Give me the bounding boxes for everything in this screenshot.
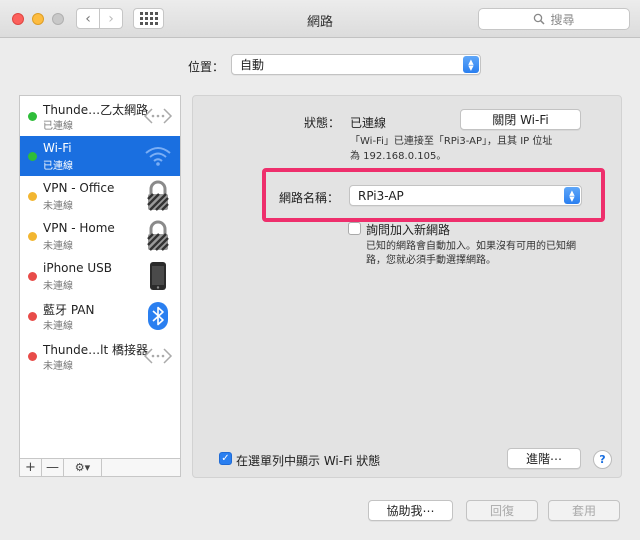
status-dot: [28, 152, 37, 161]
service-status: 未連線: [43, 241, 73, 252]
add-service-button[interactable]: +: [20, 459, 42, 476]
service-item-thunderbolt-ethernet[interactable]: Thunde…乙太網路 已連線: [20, 96, 180, 136]
service-item-vpn-office[interactable]: VPN - Office 未連線: [20, 176, 180, 216]
status-label: 狀態：: [304, 116, 341, 130]
status-note-line1: 「Wi-Fi」已連接至「RPi3-AP」，且其 IP 位址: [350, 136, 553, 147]
status-note-line2: 為 192.168.0.105。: [350, 151, 447, 162]
help-button[interactable]: ?: [593, 450, 612, 469]
service-status: 未連線: [43, 201, 73, 212]
stepper-arrows-icon: ▲ ▼: [463, 56, 479, 73]
service-item-bluetooth-pan[interactable]: 藍牙 PAN 未連線: [20, 296, 180, 336]
stepper-arrows-icon: ▲ ▼: [564, 187, 580, 204]
location-value: 自動: [240, 58, 265, 72]
service-name: Thunde…乙太網路: [43, 103, 149, 117]
location-label: 位置：: [188, 60, 225, 74]
ask-join-label: 詢問加入新網路: [366, 223, 451, 237]
service-status: 已連線: [43, 121, 73, 132]
search-icon: [534, 13, 546, 25]
iphone-icon: [142, 260, 174, 292]
network-name-select[interactable]: RPi3-AP ▲ ▼: [349, 185, 582, 206]
remove-service-button[interactable]: —: [42, 459, 64, 476]
bluetooth-icon: [142, 300, 174, 332]
status-value: 已連線: [350, 116, 387, 130]
service-item-wifi[interactable]: Wi-Fi 已連線: [20, 136, 180, 176]
show-wifi-menu-checkbox[interactable]: ✓: [219, 452, 232, 465]
status-dot: [28, 112, 37, 121]
revert-button[interactable]: 回復: [466, 500, 538, 521]
assist-me-button[interactable]: 協助我⋯: [368, 500, 453, 521]
lock-icon: [142, 180, 174, 212]
service-name: Wi-Fi: [43, 141, 72, 155]
status-dot: [28, 192, 37, 201]
ask-join-note-line2: 路，您就必須手動選擇網路。: [366, 255, 496, 266]
service-status: 未連線: [43, 321, 73, 332]
service-name: VPN - Home: [43, 221, 115, 235]
service-name: 藍牙 PAN: [43, 303, 95, 317]
ask-join-note-line1: 已知的網路會自動加入。如果沒有可用的已知網: [366, 241, 576, 252]
service-name: VPN - Office: [43, 181, 115, 195]
service-list[interactable]: Thunde…乙太網路 已連線 Wi-Fi 已連線 VPN - Office 未…: [19, 95, 181, 459]
service-item-thunderbolt-bridge[interactable]: Thunde…lt 橋接器 未連線: [20, 336, 180, 376]
wifi-icon: [142, 140, 174, 172]
ask-join-checkbox[interactable]: [348, 222, 361, 235]
ethernet-arrows-icon: [142, 340, 174, 372]
status-dot: [28, 352, 37, 361]
service-name: iPhone USB: [43, 261, 112, 275]
checkmark-icon: ✓: [221, 453, 230, 464]
gear-menu-button[interactable]: ⚙▾: [64, 459, 102, 476]
status-dot: [28, 232, 37, 241]
service-status: 未連線: [43, 281, 73, 292]
turn-off-wifi-button[interactable]: 關閉 Wi-Fi: [460, 109, 581, 130]
service-status: 已連線: [43, 161, 73, 172]
search-placeholder: 搜尋: [550, 12, 575, 27]
show-wifi-menu-label: 在選單列中顯示 Wi-Fi 狀態: [236, 454, 381, 468]
advanced-button[interactable]: 進階⋯: [507, 448, 581, 469]
sidebar-toolbar-spacer: [125, 458, 181, 477]
ethernet-arrows-icon: [142, 100, 174, 132]
search-field[interactable]: 搜尋: [478, 8, 630, 30]
lock-icon: [142, 220, 174, 252]
status-dot: [28, 312, 37, 321]
service-item-iphone-usb[interactable]: iPhone USB 未連線: [20, 256, 180, 296]
title-bar: ‹ › 網路 搜尋: [0, 0, 640, 38]
network-name-label: 網路名稱：: [279, 191, 340, 205]
service-item-vpn-home[interactable]: VPN - Home 未連線: [20, 216, 180, 256]
status-dot: [28, 272, 37, 281]
service-name: Thunde…lt 橋接器: [43, 343, 149, 357]
network-name-value: RPi3-AP: [358, 188, 404, 203]
location-select[interactable]: 自動 ▲ ▼: [231, 54, 481, 75]
apply-button[interactable]: 套用: [548, 500, 620, 521]
sidebar-toolbar: + — ⚙▾: [19, 458, 126, 477]
service-status: 未連線: [43, 361, 73, 372]
